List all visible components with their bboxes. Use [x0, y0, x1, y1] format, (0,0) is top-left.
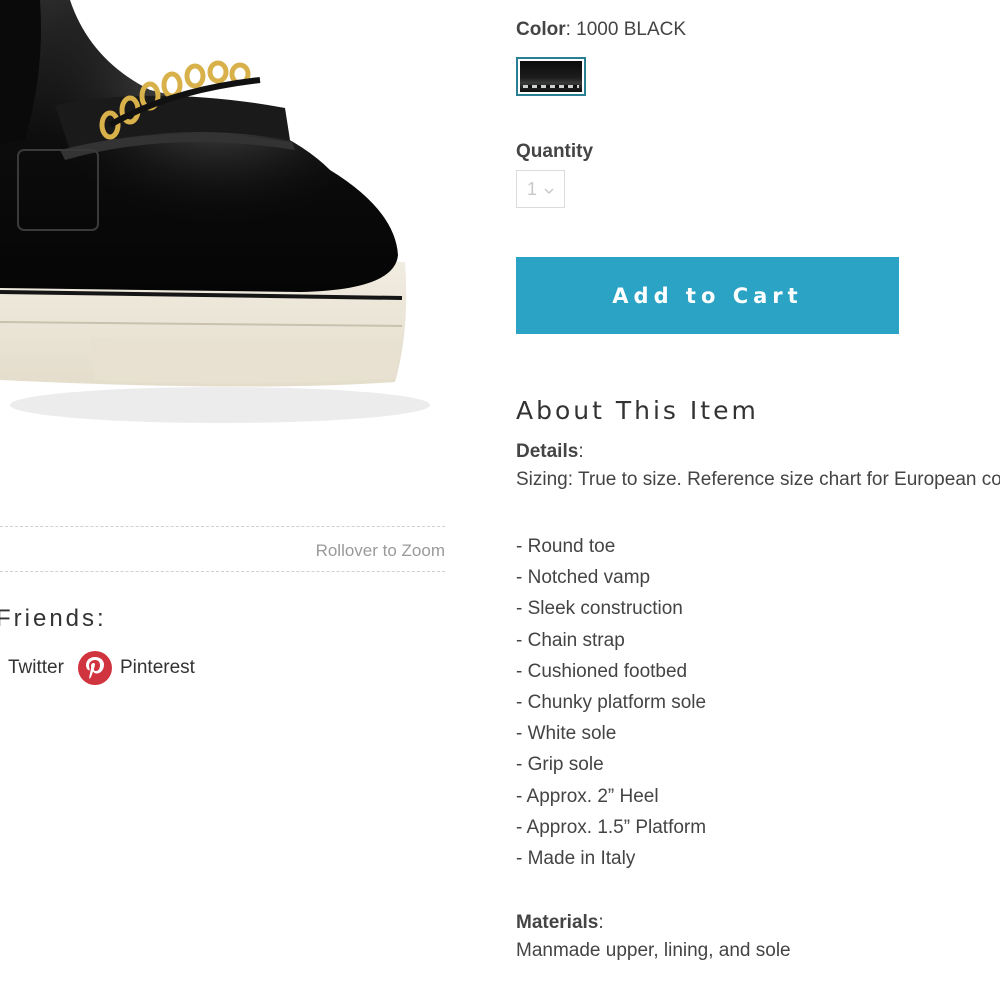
details-label-text: Details [516, 441, 579, 462]
color-value: 1000 BLACK [576, 19, 687, 40]
feature-list: - Round toe - Notched vamp - Sleek const… [516, 531, 706, 874]
chevron-down-icon [544, 179, 554, 200]
pinterest-share-label: Pinterest [119, 657, 195, 678]
sizing-text: Sizing: True to size. Reference size cha… [516, 469, 1000, 490]
details-label: Details: [516, 441, 584, 462]
feature-item: - Chunky platform sole [516, 691, 707, 713]
add-to-cart-button[interactable]: Add to Cart [516, 257, 899, 334]
twitter-share-label: Twitter [8, 657, 64, 678]
materials-label-text: Materials [516, 912, 599, 933]
feature-item: - Grip sole [516, 754, 604, 776]
about-heading: About This Item [516, 396, 759, 425]
pinterest-share-link[interactable]: Pinterest [64, 651, 195, 685]
feature-item: - Notched vamp [516, 567, 651, 589]
twitter-share-link[interactable]: Twitter [8, 657, 64, 679]
quantity-label: Quantity [516, 141, 594, 162]
color-selector-label: Color: 1000 BLACK [516, 19, 687, 40]
product-image[interactable] [0, 0, 445, 480]
color-label: Color [516, 19, 566, 40]
feature-item: - Made in Italy [516, 847, 636, 869]
share-heading: Friends: [0, 605, 107, 632]
color-swatch-black[interactable] [516, 57, 586, 96]
feature-item: - Chain strap [516, 629, 625, 651]
quantity-value: 1 [527, 178, 538, 199]
quantity-select[interactable]: 1 [516, 170, 565, 208]
feature-item: - Round toe [516, 536, 616, 557]
swatch-image [520, 61, 582, 92]
feature-item: - White sole [516, 723, 617, 745]
zoom-hint: Rollover to Zoom [315, 541, 445, 560]
feature-item: - Sleek construction [516, 598, 683, 620]
feature-item: - Approx. 1.5” Platform [516, 816, 707, 838]
feature-item: - Cushioned footbed [516, 660, 688, 682]
shoe-illustration [0, 0, 430, 423]
zoom-bar: Rollover to Zoom [0, 526, 445, 572]
share-links: Twitter Pinterest [0, 650, 195, 686]
materials-text: Manmade upper, lining, and sole [516, 940, 791, 961]
pinterest-icon [77, 651, 112, 685]
feature-item: - Approx. 2” Heel [516, 785, 659, 807]
materials-label: Materials: [516, 912, 604, 933]
